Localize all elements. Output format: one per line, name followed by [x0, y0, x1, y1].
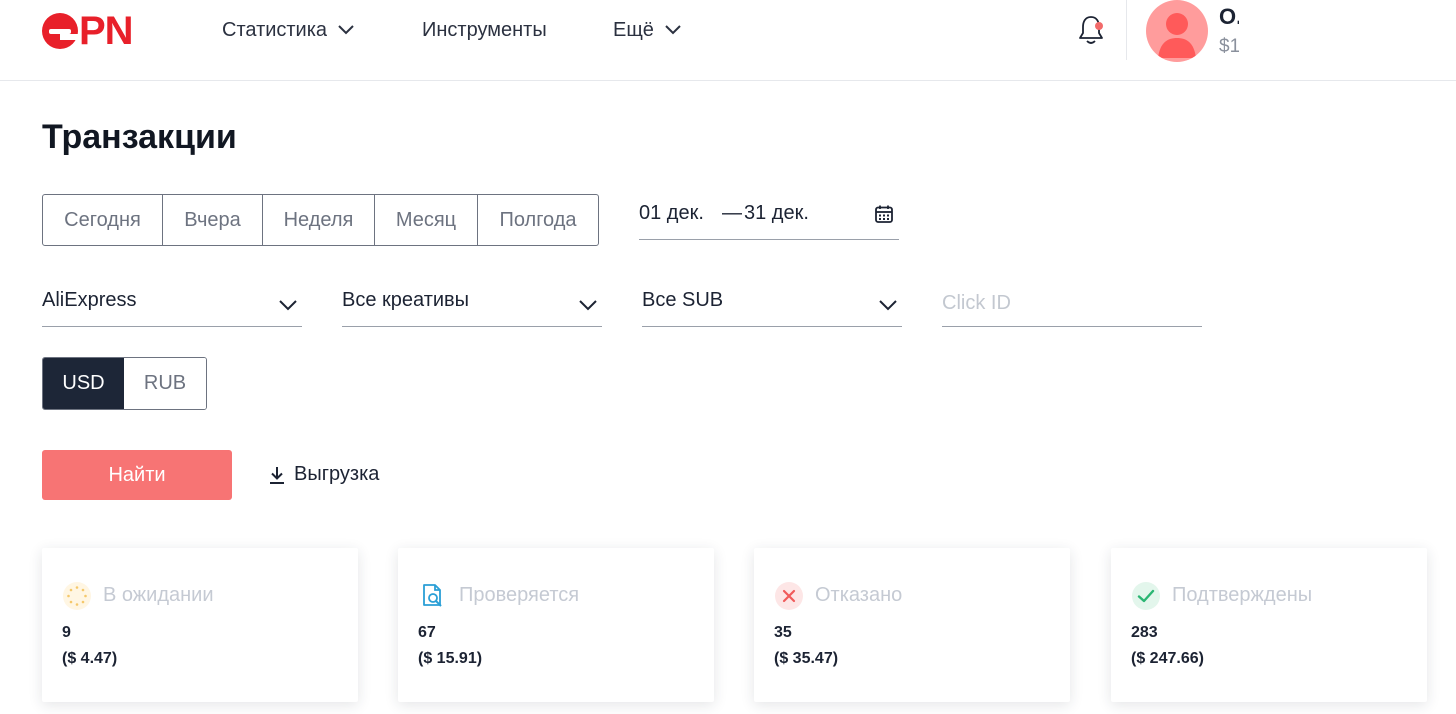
export-label: Выгрузка	[294, 463, 380, 485]
top-header: PN Статистика Инструменты Ещё О. $1	[0, 0, 1456, 81]
notification-dot	[1095, 22, 1103, 30]
user-name: О.	[1219, 4, 1239, 29]
sub-select[interactable]: Все SUB	[642, 280, 902, 327]
creatives-select-value: Все креативы	[342, 289, 470, 311]
period-half-year[interactable]: Полгода	[478, 195, 598, 245]
period-today[interactable]: Сегодня	[43, 195, 163, 245]
status-count: 9	[62, 624, 71, 641]
calendar-icon[interactable]	[874, 204, 894, 230]
pending-spinner-icon	[63, 582, 91, 610]
page-title: Транзакции	[42, 118, 237, 156]
logo-text: PN	[79, 9, 134, 53]
date-to: 31 дек.	[744, 202, 809, 224]
status-card-pending: В ожидании 9 ($ 4.47)	[42, 548, 358, 702]
status-label: Отказано	[815, 584, 903, 606]
status-sum: ($ 35.47)	[774, 650, 839, 667]
period-week[interactable]: Неделя	[263, 195, 375, 245]
shop-select-value: AliExpress	[42, 289, 137, 311]
nav-statistics-label: Статистика	[222, 18, 328, 41]
nav-tools-label: Инструменты	[422, 18, 547, 41]
export-button[interactable]: Выгрузка	[268, 463, 379, 486]
chevron-down-icon	[664, 24, 682, 36]
user-silhouette-icon	[1158, 13, 1196, 58]
logo-e-mark	[42, 13, 78, 49]
status-sum: ($ 4.47)	[62, 650, 118, 667]
chevron-down-icon	[878, 294, 898, 317]
currency-toggle: USD RUB	[42, 357, 207, 410]
status-count: 35	[774, 624, 792, 641]
currency-rub[interactable]: RUB	[124, 358, 206, 409]
check-icon	[1132, 582, 1160, 610]
nav-tools[interactable]: Инструменты	[422, 0, 547, 60]
shop-select[interactable]: AliExpress	[42, 280, 302, 327]
nav-more-label: Ещё	[613, 18, 654, 41]
chevron-down-icon	[337, 24, 355, 36]
nav-more[interactable]: Ещё	[613, 0, 682, 60]
click-id-input[interactable]	[942, 280, 1202, 327]
document-search-icon	[419, 582, 447, 610]
period-yesterday[interactable]: Вчера	[163, 195, 263, 245]
epn-logo[interactable]: PN	[42, 9, 134, 53]
chevron-down-icon	[578, 294, 598, 317]
status-count: 283	[1131, 624, 1158, 641]
period-month[interactable]: Месяц	[375, 195, 478, 245]
nav-statistics[interactable]: Статистика	[222, 0, 355, 60]
sub-select-value: Все SUB	[642, 289, 724, 311]
status-card-confirmed: Подтверждены 283 ($ 247.66)	[1111, 548, 1427, 702]
cross-icon	[775, 582, 803, 610]
notifications-bell-icon[interactable]	[1076, 14, 1106, 46]
creatives-select[interactable]: Все креативы	[342, 280, 602, 327]
date-range-field[interactable]: 01 дек. — 31 дек.	[639, 194, 899, 240]
status-card-rejected: Отказано 35 ($ 35.47)	[754, 548, 1070, 702]
currency-usd[interactable]: USD	[43, 358, 124, 409]
find-button[interactable]: Найти	[42, 450, 232, 500]
period-selector: Сегодня Вчера Неделя Месяц Полгода	[42, 194, 599, 246]
download-icon	[268, 465, 286, 485]
status-label: Подтверждены	[1172, 584, 1313, 606]
status-sum: ($ 247.66)	[1131, 650, 1204, 667]
date-from: 01 дек.	[639, 202, 704, 224]
date-separator: —	[722, 202, 742, 224]
chevron-down-icon	[278, 294, 298, 317]
status-label: В ожидании	[103, 584, 214, 606]
status-card-checking: Проверяется 67 ($ 15.91)	[398, 548, 714, 702]
status-label: Проверяется	[459, 584, 580, 606]
header-divider	[1126, 0, 1127, 60]
avatar[interactable]	[1146, 0, 1208, 62]
user-balance: $1	[1219, 36, 1239, 57]
status-count: 67	[418, 624, 436, 641]
status-sum: ($ 15.91)	[418, 650, 483, 667]
